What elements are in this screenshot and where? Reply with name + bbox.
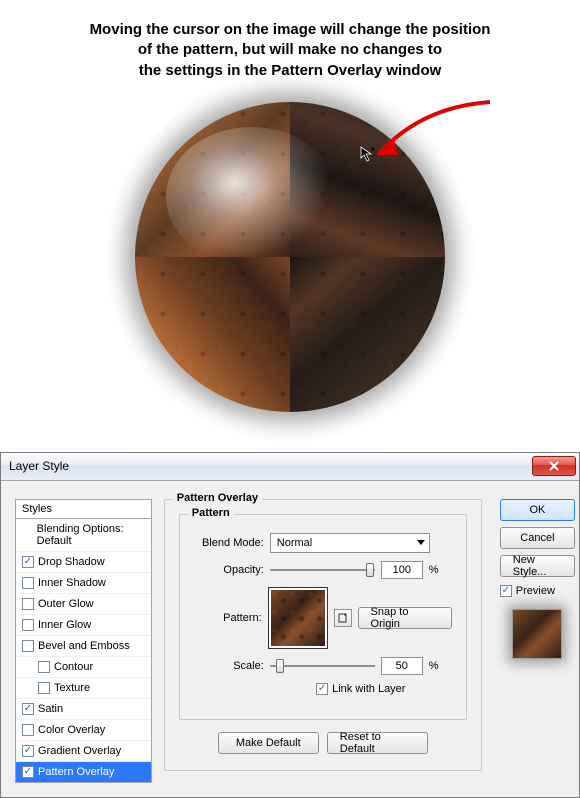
group-title: Pattern	[188, 507, 234, 519]
style-checkbox[interactable]	[38, 661, 50, 673]
section-title: Pattern Overlay	[173, 492, 262, 504]
caption-line1: Moving the cursor on the image will chan…	[90, 21, 491, 38]
style-label: Outer Glow	[38, 598, 94, 610]
styles-list: Blending Options: Default✓Drop ShadowInn…	[15, 519, 152, 783]
style-row-bevel-and-emboss[interactable]: Bevel and Emboss	[16, 636, 151, 657]
scale-unit: %	[429, 660, 439, 672]
style-label: Texture	[54, 682, 90, 694]
styles-header[interactable]: Styles	[15, 499, 152, 519]
style-label: Drop Shadow	[38, 556, 105, 568]
opacity-label: Opacity:	[194, 564, 264, 576]
style-label: Contour	[54, 661, 93, 673]
preview-checkbox[interactable]: ✓	[500, 585, 512, 597]
dialog-title: Layer Style	[9, 459, 69, 473]
style-checkbox[interactable]	[38, 682, 50, 694]
scale-input[interactable]: 50	[381, 657, 423, 675]
layer-style-dialog: Layer Style Styles Blending Options: Def…	[0, 452, 580, 798]
style-label: Satin	[38, 703, 63, 715]
style-label: Bevel and Emboss	[38, 640, 130, 652]
preview-thumbnail	[512, 609, 562, 659]
style-checkbox[interactable]	[22, 724, 34, 736]
style-checkbox[interactable]	[22, 619, 34, 631]
opacity-slider[interactable]	[270, 562, 375, 578]
blend-mode-label: Blend Mode:	[194, 537, 264, 549]
scale-slider[interactable]	[270, 658, 375, 674]
caption-line2: of the pattern, but will make no changes…	[138, 41, 442, 58]
blend-mode-select[interactable]: Normal	[270, 533, 430, 553]
style-label: Gradient Overlay	[38, 745, 121, 757]
style-row-gradient-overlay[interactable]: ✓ Gradient Overlay	[16, 741, 151, 762]
style-row-inner-shadow[interactable]: Inner Shadow	[16, 573, 151, 594]
style-checkbox[interactable]	[22, 640, 34, 652]
style-row-contour[interactable]: Contour	[16, 657, 151, 678]
titlebar[interactable]: Layer Style	[1, 453, 579, 481]
style-row-texture[interactable]: Texture	[16, 678, 151, 699]
caption-line3: the settings in the Pattern Overlay wind…	[139, 62, 442, 79]
style-row-pattern-overlay[interactable]: ✓ Pattern Overlay	[16, 762, 151, 782]
style-checkbox[interactable]: ✓	[22, 766, 34, 778]
preview-image[interactable]	[120, 102, 460, 442]
style-row-blending-options-default[interactable]: Blending Options: Default	[16, 519, 151, 552]
style-checkbox[interactable]: ✓	[22, 703, 34, 715]
style-row-drop-shadow[interactable]: ✓ Drop Shadow	[16, 552, 151, 573]
style-label: Inner Shadow	[38, 577, 106, 589]
instruction-caption: Moving the cursor on the image will chan…	[0, 20, 580, 87]
style-row-color-overlay[interactable]: Color Overlay	[16, 720, 151, 741]
style-label: Blending Options: Default	[37, 523, 145, 547]
style-checkbox[interactable]: ✓	[22, 745, 34, 757]
style-checkbox[interactable]	[22, 598, 34, 610]
style-label: Color Overlay	[38, 724, 105, 736]
new-style-button[interactable]: New Style...	[500, 555, 575, 577]
style-row-outer-glow[interactable]: Outer Glow	[16, 594, 151, 615]
pattern-swatch[interactable]	[268, 587, 328, 649]
opacity-input[interactable]: 100	[381, 561, 423, 579]
style-row-satin[interactable]: ✓ Satin	[16, 699, 151, 720]
pattern-overlay-section: Pattern Overlay Pattern Blend Mode: Norm…	[164, 499, 482, 771]
opacity-unit: %	[429, 564, 439, 576]
close-button[interactable]	[532, 456, 576, 476]
pattern-label: Pattern:	[194, 612, 262, 624]
pattern-group: Pattern Blend Mode: Normal Opacity:	[179, 514, 467, 720]
scale-label: Scale:	[194, 660, 264, 672]
close-icon	[548, 460, 560, 472]
link-with-layer-label: Link with Layer	[332, 683, 405, 695]
style-checkbox[interactable]	[22, 577, 34, 589]
chevron-down-icon	[417, 540, 425, 545]
reset-to-default-button[interactable]: Reset to Default	[327, 732, 428, 754]
style-label: Inner Glow	[38, 619, 91, 631]
preview-label: Preview	[516, 585, 555, 597]
cancel-button[interactable]: Cancel	[500, 527, 575, 549]
make-default-button[interactable]: Make Default	[218, 732, 319, 754]
pattern-picker-button[interactable]	[334, 609, 352, 627]
link-with-layer-checkbox[interactable]: ✓	[316, 683, 328, 695]
style-checkbox[interactable]: ✓	[22, 556, 34, 568]
style-row-inner-glow[interactable]: Inner Glow	[16, 615, 151, 636]
ok-button[interactable]: OK	[500, 499, 575, 521]
style-label: Pattern Overlay	[38, 766, 114, 778]
new-doc-icon	[338, 613, 348, 623]
blend-mode-value: Normal	[277, 537, 312, 549]
snap-to-origin-button[interactable]: Snap to Origin	[358, 607, 452, 629]
